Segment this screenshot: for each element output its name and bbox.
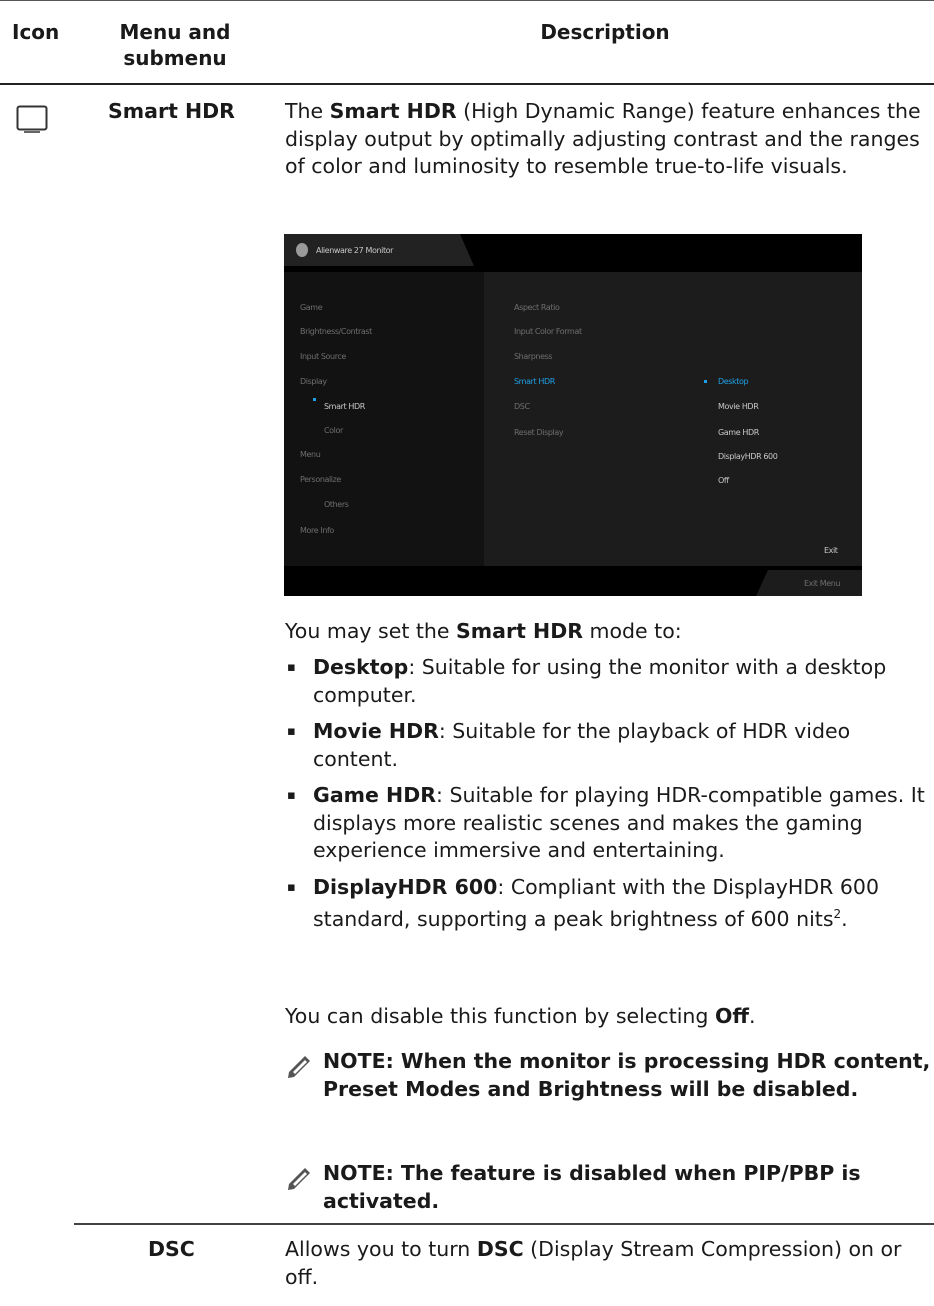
- monitor-icon: [16, 105, 48, 137]
- osd-nav-item: Others: [324, 500, 349, 509]
- disable-text: You can disable this function by selecti…: [285, 1004, 756, 1028]
- osd-nav-item-active: Smart HDR: [324, 402, 365, 411]
- smart-hdr-modes-list: Desktop: Suitable for using the monitor …: [285, 654, 931, 942]
- osd-nav-item: Personalize: [300, 475, 341, 484]
- osd-option: Input Color Format: [514, 327, 582, 336]
- list-item: Movie HDR: Suitable for the playback of …: [285, 718, 931, 773]
- osd-option: DSC: [514, 402, 530, 411]
- osd-value-selected: Desktop: [718, 377, 749, 386]
- list-item: Desktop: Suitable for using the monitor …: [285, 654, 931, 709]
- osd-nav-item: Display: [300, 377, 327, 386]
- osd-nav-item: More Info: [300, 526, 334, 535]
- osd-nav-item: Input Source: [300, 352, 346, 361]
- osd-option: Sharpness: [514, 352, 553, 361]
- menu-label-smart-hdr: Smart HDR: [108, 99, 235, 123]
- osd-value: DisplayHDR 600: [718, 452, 778, 461]
- osd-title: Alienware 27 Monitor: [316, 246, 394, 255]
- header-description: Description: [540, 20, 670, 44]
- pencil-icon: [288, 1056, 310, 1078]
- table-header: Icon Menu and submenu Description: [0, 0, 934, 85]
- osd-nav-item: Menu: [300, 450, 321, 459]
- osd-footer: Exit: [824, 546, 838, 555]
- osd-screenshot: Alienware 27 Monitor Game Brightness/Con…: [284, 234, 862, 596]
- alien-logo-icon: [296, 243, 308, 257]
- osd-nav-marker: [313, 398, 316, 401]
- osd-value-marker: [704, 380, 707, 383]
- osd-option-selected: Smart HDR: [514, 377, 555, 386]
- osd-value: Game HDR: [718, 428, 759, 437]
- osd-nav-item: Brightness/Contrast: [300, 327, 372, 336]
- header-icon: Icon: [12, 20, 60, 44]
- osd-option: Aspect Ratio: [514, 303, 560, 312]
- smart-hdr-intro: The Smart HDR (High Dynamic Range) featu…: [285, 99, 921, 178]
- osd-option: Reset Display: [514, 428, 564, 437]
- osd-exit-label: Exit Menu: [804, 579, 841, 588]
- osd-value: Movie HDR: [718, 402, 759, 411]
- list-item: Game HDR: Suitable for playing HDR-compa…: [285, 782, 931, 865]
- menu-label-dsc: DSC: [148, 1237, 195, 1261]
- modes-intro: You may set the Smart HDR mode to:: [285, 619, 682, 643]
- osd-value: Off: [718, 476, 729, 485]
- row-divider: [74, 1223, 934, 1225]
- osd-nav-item: Game: [300, 303, 323, 312]
- header-menu: Menu and submenu: [119, 20, 231, 70]
- dsc-description: Allows you to turn DSC (Display Stream C…: [285, 1237, 902, 1289]
- list-item: DisplayHDR 600: Compliant with the Displ…: [285, 874, 931, 934]
- osd-nav-panel: [284, 272, 484, 566]
- osd-nav-item: Color: [324, 426, 343, 435]
- pencil-icon: [288, 1168, 310, 1190]
